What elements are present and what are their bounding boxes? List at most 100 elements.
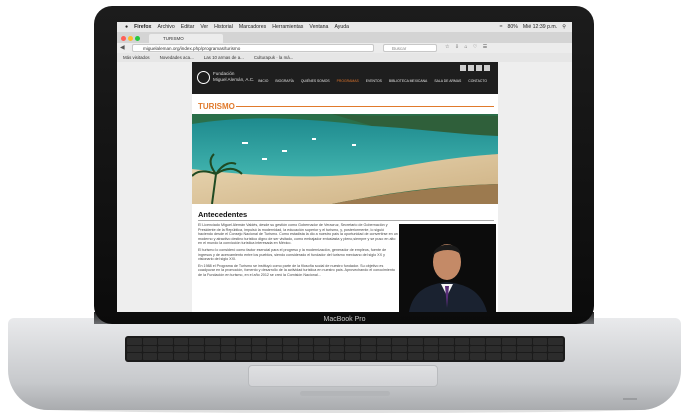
keyboard-key[interactable] bbox=[283, 353, 298, 360]
facebook-icon[interactable] bbox=[460, 65, 466, 71]
twitter-icon[interactable] bbox=[468, 65, 474, 71]
back-icon[interactable]: ◀ bbox=[120, 44, 125, 51]
keyboard-key[interactable] bbox=[173, 345, 189, 353]
keyboard-key[interactable] bbox=[158, 345, 173, 353]
instagram-icon[interactable] bbox=[476, 65, 482, 71]
keyboard-key[interactable] bbox=[501, 353, 517, 360]
clock[interactable]: Mié 12:39 p.m. bbox=[523, 24, 557, 30]
keyboard-key[interactable] bbox=[236, 338, 251, 345]
keyboard-key[interactable] bbox=[158, 353, 173, 360]
keyboard-key[interactable] bbox=[423, 353, 439, 360]
keyboard-key[interactable] bbox=[189, 353, 205, 360]
wifi-icon[interactable]: ≈ bbox=[500, 24, 503, 30]
keyboard-key[interactable] bbox=[532, 338, 548, 345]
keyboard-key[interactable] bbox=[392, 345, 407, 353]
keyboard-key[interactable] bbox=[517, 353, 532, 360]
close-window-button[interactable] bbox=[121, 36, 126, 41]
keyboard-key[interactable] bbox=[361, 338, 376, 345]
keyboard-key[interactable] bbox=[392, 353, 407, 360]
menu-item[interactable]: Ayuda bbox=[334, 24, 349, 30]
nav-item-biografia[interactable]: BIOGRAFÍA bbox=[275, 79, 293, 83]
toolbar-icons[interactable]: ☆ ⇩ ⌂ ♡ ☰ bbox=[445, 44, 489, 50]
bookmark-item[interactable]: Culturapuk · la má... bbox=[254, 55, 294, 60]
trackpad[interactable] bbox=[248, 365, 438, 387]
keyboard-key[interactable] bbox=[439, 345, 454, 353]
nav-item-quienes-somos[interactable]: QUIÉNES SOMOS bbox=[301, 79, 330, 83]
keyboard-key[interactable] bbox=[251, 345, 267, 353]
keyboard-key[interactable] bbox=[345, 338, 361, 345]
nav-item-inicio[interactable]: INICIO bbox=[258, 79, 268, 83]
keyboard-key[interactable] bbox=[392, 338, 407, 345]
keyboard-key[interactable] bbox=[220, 338, 236, 345]
keyboard-key[interactable] bbox=[454, 338, 470, 345]
keyboard-key[interactable] bbox=[267, 338, 283, 345]
keyboard-key[interactable] bbox=[158, 338, 173, 345]
keyboard-key[interactable] bbox=[501, 345, 517, 353]
bookmark-item[interactable]: Novedades aca... bbox=[160, 55, 194, 60]
keyboard-key[interactable] bbox=[142, 353, 158, 360]
keyboard-key[interactable] bbox=[236, 345, 251, 353]
keyboard-key[interactable] bbox=[454, 353, 470, 360]
keyboard-key[interactable] bbox=[205, 338, 220, 345]
keyboard-key[interactable] bbox=[173, 338, 189, 345]
keyboard-key[interactable] bbox=[298, 353, 314, 360]
nav-item-programas[interactable]: PROGRAMAS bbox=[337, 79, 359, 83]
keyboard-key[interactable] bbox=[470, 353, 485, 360]
keyboard-key[interactable] bbox=[283, 345, 298, 353]
keyboard-key[interactable] bbox=[454, 345, 470, 353]
keyboard-key[interactable] bbox=[314, 345, 329, 353]
nav-item-biblioteca[interactable]: BIBLIOTECA MEXICANA bbox=[389, 79, 427, 83]
zoom-window-button[interactable] bbox=[135, 36, 140, 41]
keyboard-key[interactable] bbox=[283, 338, 298, 345]
keyboard-key[interactable] bbox=[376, 345, 392, 353]
menu-item[interactable]: Ver bbox=[200, 24, 208, 30]
logo-text[interactable]: Fundación Miguel Alemán, A.C. bbox=[213, 71, 254, 83]
keyboard-key[interactable] bbox=[361, 353, 376, 360]
keyboard-key[interactable] bbox=[314, 338, 329, 345]
nav-item-eventos[interactable]: EVENTOS bbox=[366, 79, 382, 83]
keyboard-key[interactable] bbox=[298, 345, 314, 353]
url-field[interactable]: miguelaleman.org/index.php/programas/tur… bbox=[132, 44, 374, 52]
keyboard-key[interactable] bbox=[532, 345, 548, 353]
keyboard-key[interactable] bbox=[251, 338, 267, 345]
keyboard-key[interactable] bbox=[173, 353, 189, 360]
nav-item-contacto[interactable]: CONTACTO bbox=[468, 79, 487, 83]
menu-item[interactable]: Editar bbox=[181, 24, 195, 30]
keyboard-key[interactable] bbox=[517, 345, 532, 353]
keyboard-key[interactable] bbox=[142, 338, 158, 345]
keyboard-key[interactable] bbox=[470, 345, 485, 353]
keyboard-key[interactable] bbox=[423, 345, 439, 353]
keyboard-key[interactable] bbox=[267, 345, 283, 353]
keyboard-key[interactable] bbox=[345, 345, 361, 353]
keyboard-key[interactable] bbox=[205, 353, 220, 360]
keyboard-key[interactable] bbox=[532, 353, 548, 360]
keyboard-key[interactable] bbox=[127, 338, 142, 345]
minimize-window-button[interactable] bbox=[128, 36, 133, 41]
keyboard-key[interactable] bbox=[485, 345, 501, 353]
menu-item[interactable]: Ventana bbox=[309, 24, 328, 30]
bookmark-item[interactable]: Las 10 armas de a... bbox=[204, 55, 244, 60]
keyboard-key[interactable] bbox=[220, 353, 236, 360]
keyboard-key[interactable] bbox=[501, 338, 517, 345]
keyboard-key[interactable] bbox=[423, 338, 439, 345]
keyboard-key[interactable] bbox=[189, 345, 205, 353]
search-field[interactable]: Buscar bbox=[383, 44, 437, 52]
tab-active[interactable]: TURISMO bbox=[149, 34, 223, 43]
apple-icon[interactable]: ● bbox=[125, 24, 128, 30]
keyboard-key[interactable] bbox=[329, 345, 345, 353]
keyboard-key[interactable] bbox=[314, 353, 329, 360]
menu-item[interactable]: Marcadores bbox=[239, 24, 266, 30]
logo-icon[interactable] bbox=[197, 71, 210, 84]
keyboard-key[interactable] bbox=[407, 338, 423, 345]
menu-app-name[interactable]: Firefox bbox=[134, 24, 151, 30]
keyboard-key[interactable] bbox=[439, 353, 454, 360]
battery-percent[interactable]: 80% bbox=[507, 24, 517, 30]
keyboard-key[interactable] bbox=[329, 338, 345, 345]
keyboard-key[interactable] bbox=[376, 338, 392, 345]
menu-item[interactable]: Archivo bbox=[157, 24, 174, 30]
keyboard-key[interactable] bbox=[236, 353, 251, 360]
keyboard-key[interactable] bbox=[267, 353, 283, 360]
keyboard-key[interactable] bbox=[220, 345, 236, 353]
keyboard-key[interactable] bbox=[127, 345, 142, 353]
keyboard-key[interactable] bbox=[345, 353, 361, 360]
